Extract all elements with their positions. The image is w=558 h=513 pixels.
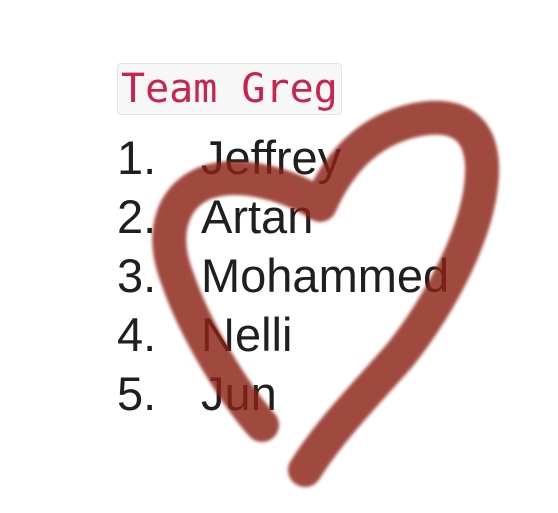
list-item-number: 1. (117, 131, 157, 184)
note-canvas: Team Greg 1. Jeffrey 2. Artan 3. Mohamme… (0, 0, 558, 513)
list-item: 3. Mohammed (117, 248, 449, 307)
list-item-number: 3. (117, 249, 157, 302)
list-item-name: Jeffrey (201, 131, 342, 184)
list-item-number: 2. (117, 190, 157, 243)
list-item: 4. Nelli (117, 307, 449, 366)
team-title-code-block: Team Greg (117, 63, 342, 115)
list-item: 2. Artan (117, 189, 449, 248)
team-member-list: 1. Jeffrey 2. Artan 3. Mohammed 4. Nelli… (117, 130, 449, 425)
list-item-name: Jun (201, 367, 277, 420)
list-item: 5. Jun (117, 366, 449, 425)
list-item-number: 5. (117, 367, 157, 420)
list-item-name: Artan (201, 190, 314, 243)
list-item-name: Nelli (201, 308, 293, 361)
list-item-number: 4. (117, 308, 157, 361)
list-item-name: Mohammed (201, 249, 450, 302)
list-item: 1. Jeffrey (117, 130, 449, 189)
